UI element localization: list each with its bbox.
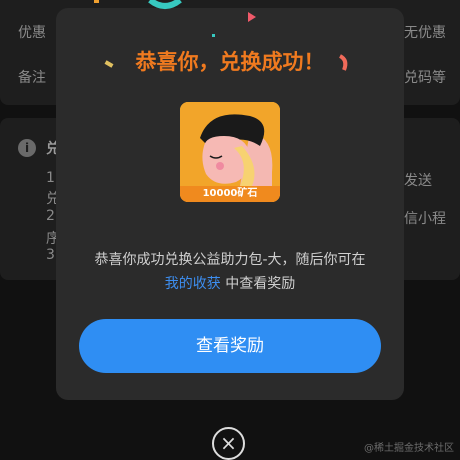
my-rewards-link[interactable]: 我的收获 [165, 276, 221, 292]
info-icon: i [18, 139, 36, 157]
bg-info-line-right: 信小程 [404, 211, 446, 227]
prize-caption: 10000矿石 [180, 186, 280, 202]
dialog-description: 恭喜你成功兑换公益助力包-大，随后你可在 我的收获 中查看奖励 [56, 248, 404, 296]
view-reward-button[interactable]: 查看奖励 [79, 319, 381, 373]
close-button[interactable]: × [212, 427, 245, 460]
bg-info-line: 1 [46, 170, 55, 186]
bg-info-line: 3 [46, 247, 55, 263]
bg-info-line: 2 [46, 208, 55, 224]
bg-info-line-right: 发送 [404, 173, 432, 189]
watermark: @稀土掘金技术社区 [364, 443, 454, 454]
description-text: 恭喜你成功兑换公益助力包-大，随后你可在 [94, 252, 366, 268]
confetti-decoration [94, 0, 348, 71]
description-text-after: 中查看奖励 [220, 276, 296, 292]
